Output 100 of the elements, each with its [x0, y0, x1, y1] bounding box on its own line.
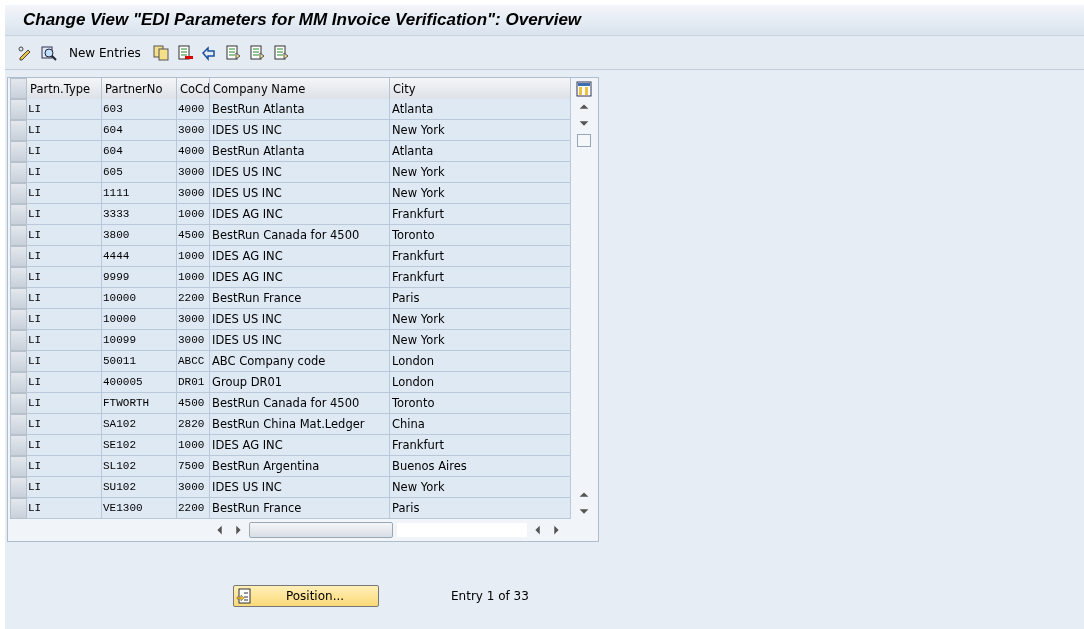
table-cell: LI — [27, 309, 102, 330]
table-cell: BestRun Atlanta — [210, 141, 390, 162]
table-cell: 400005 — [102, 372, 177, 393]
table-cell: 2200 — [177, 288, 210, 309]
deselect-all-button[interactable] — [272, 44, 289, 61]
table-cell: 4500 — [177, 225, 210, 246]
row-selector[interactable] — [10, 456, 27, 477]
table-cell: IDES AG INC — [210, 204, 390, 225]
entry-count: Entry 1 of 33 — [451, 589, 529, 603]
search-button[interactable] — [41, 44, 57, 61]
table-cell: IDES US INC — [210, 162, 390, 183]
window-title: Change View "EDI Parameters for MM Invoice Verification": Overview — [23, 10, 582, 30]
table-cell: LI — [27, 351, 102, 372]
table-cell: LI — [27, 435, 102, 456]
column-header[interactable]: Company Name — [210, 78, 390, 99]
table-cell: Buenos Aires — [390, 456, 571, 477]
table-cell: 4000 — [177, 141, 210, 162]
table-cell: IDES AG INC — [210, 246, 390, 267]
row-selector[interactable] — [10, 183, 27, 204]
row-selector[interactable] — [10, 120, 27, 141]
table-cell: LI — [27, 393, 102, 414]
table-cell: IDES US INC — [210, 330, 390, 351]
row-selector[interactable] — [10, 288, 27, 309]
column-header[interactable]: CoCd — [177, 78, 210, 99]
select-all-button[interactable] — [224, 44, 241, 61]
undo-button[interactable] — [200, 44, 217, 61]
table-cell: LI — [27, 330, 102, 351]
delete-row-icon — [176, 44, 193, 61]
row-selector[interactable] — [10, 351, 27, 372]
row-selector[interactable] — [10, 309, 27, 330]
table-cell: LI — [27, 225, 102, 246]
table-cell: LI — [27, 120, 102, 141]
table-cell: ABC Company code — [210, 351, 390, 372]
table-cell: 10099 — [102, 330, 177, 351]
table-cell: IDES US INC — [210, 309, 390, 330]
table-cell: IDES AG INC — [210, 435, 390, 456]
row-selector[interactable] — [10, 246, 27, 267]
table-cell: BestRun China Mat.Ledger — [210, 414, 390, 435]
table-cell: 3000 — [177, 309, 210, 330]
table-cell: BestRun France — [210, 498, 390, 519]
row-selector[interactable] — [10, 162, 27, 183]
row-selector[interactable] — [10, 141, 27, 162]
table-cell: London — [390, 372, 571, 393]
table-cell: BestRun France — [210, 288, 390, 309]
table-cell: FTWORTH — [102, 393, 177, 414]
table-cell: 3800 — [102, 225, 177, 246]
select-block-button[interactable] — [248, 44, 265, 61]
row-selector[interactable] — [10, 393, 27, 414]
table-cell: Frankfurt — [390, 204, 571, 225]
table-cell: LI — [27, 456, 102, 477]
table-cell: 3000 — [177, 183, 210, 204]
table-cell: 3000 — [177, 477, 210, 498]
copy-icon — [152, 44, 169, 61]
table-cell: 1000 — [177, 267, 210, 288]
select-all-corner[interactable] — [10, 78, 27, 99]
delete-button[interactable] — [176, 44, 193, 61]
position-button[interactable]: Position... — [233, 585, 379, 607]
table-cell: SL102 — [102, 456, 177, 477]
copy-button[interactable] — [152, 44, 169, 61]
table-cell: LI — [27, 246, 102, 267]
table-cell: 4500 — [177, 393, 210, 414]
table-cell: New York — [390, 309, 571, 330]
column-layout-button[interactable] — [575, 78, 593, 99]
table-cell: 605 — [102, 162, 177, 183]
table-cell: SU102 — [102, 477, 177, 498]
row-selector[interactable] — [10, 99, 27, 120]
row-selector[interactable] — [10, 204, 27, 225]
table-cell: Atlanta — [390, 99, 571, 120]
table-cell: 10000 — [102, 288, 177, 309]
column-header[interactable]: City — [390, 78, 571, 99]
table-cell: BestRun Atlanta — [210, 99, 390, 120]
table-cell: BestRun Argentina — [210, 456, 390, 477]
table-cell: LI — [27, 477, 102, 498]
row-selector[interactable] — [10, 330, 27, 351]
pencil-icon — [17, 44, 33, 61]
table-cell: 3000 — [177, 120, 210, 141]
column-header[interactable]: Partn.Type — [27, 78, 102, 99]
new-entries-button[interactable]: New Entries — [65, 45, 145, 60]
row-selector[interactable] — [10, 372, 27, 393]
row-selector[interactable] — [10, 498, 27, 519]
row-selector[interactable] — [10, 414, 27, 435]
scroll-thumb[interactable] — [577, 134, 591, 147]
table-cell: Paris — [390, 288, 571, 309]
table-cell: LI — [27, 414, 102, 435]
table-cell: DR01 — [177, 372, 210, 393]
table-cell: 10000 — [102, 309, 177, 330]
row-selector[interactable] — [10, 477, 27, 498]
table-cell: Atlanta — [390, 141, 571, 162]
row-selector[interactable] — [10, 225, 27, 246]
table-cell: LI — [27, 372, 102, 393]
table-cell: 4444 — [102, 246, 177, 267]
row-selector[interactable] — [10, 267, 27, 288]
table-cell: LI — [27, 183, 102, 204]
table-cell: 1000 — [177, 204, 210, 225]
row-selector[interactable] — [10, 435, 27, 456]
pencil-glasses-button[interactable] — [17, 44, 33, 61]
table-cell: IDES US INC — [210, 183, 390, 204]
horizontal-scroll-thumb[interactable] — [249, 522, 393, 538]
column-header[interactable]: PartnerNo — [102, 78, 177, 99]
table-cell: SA102 — [102, 414, 177, 435]
